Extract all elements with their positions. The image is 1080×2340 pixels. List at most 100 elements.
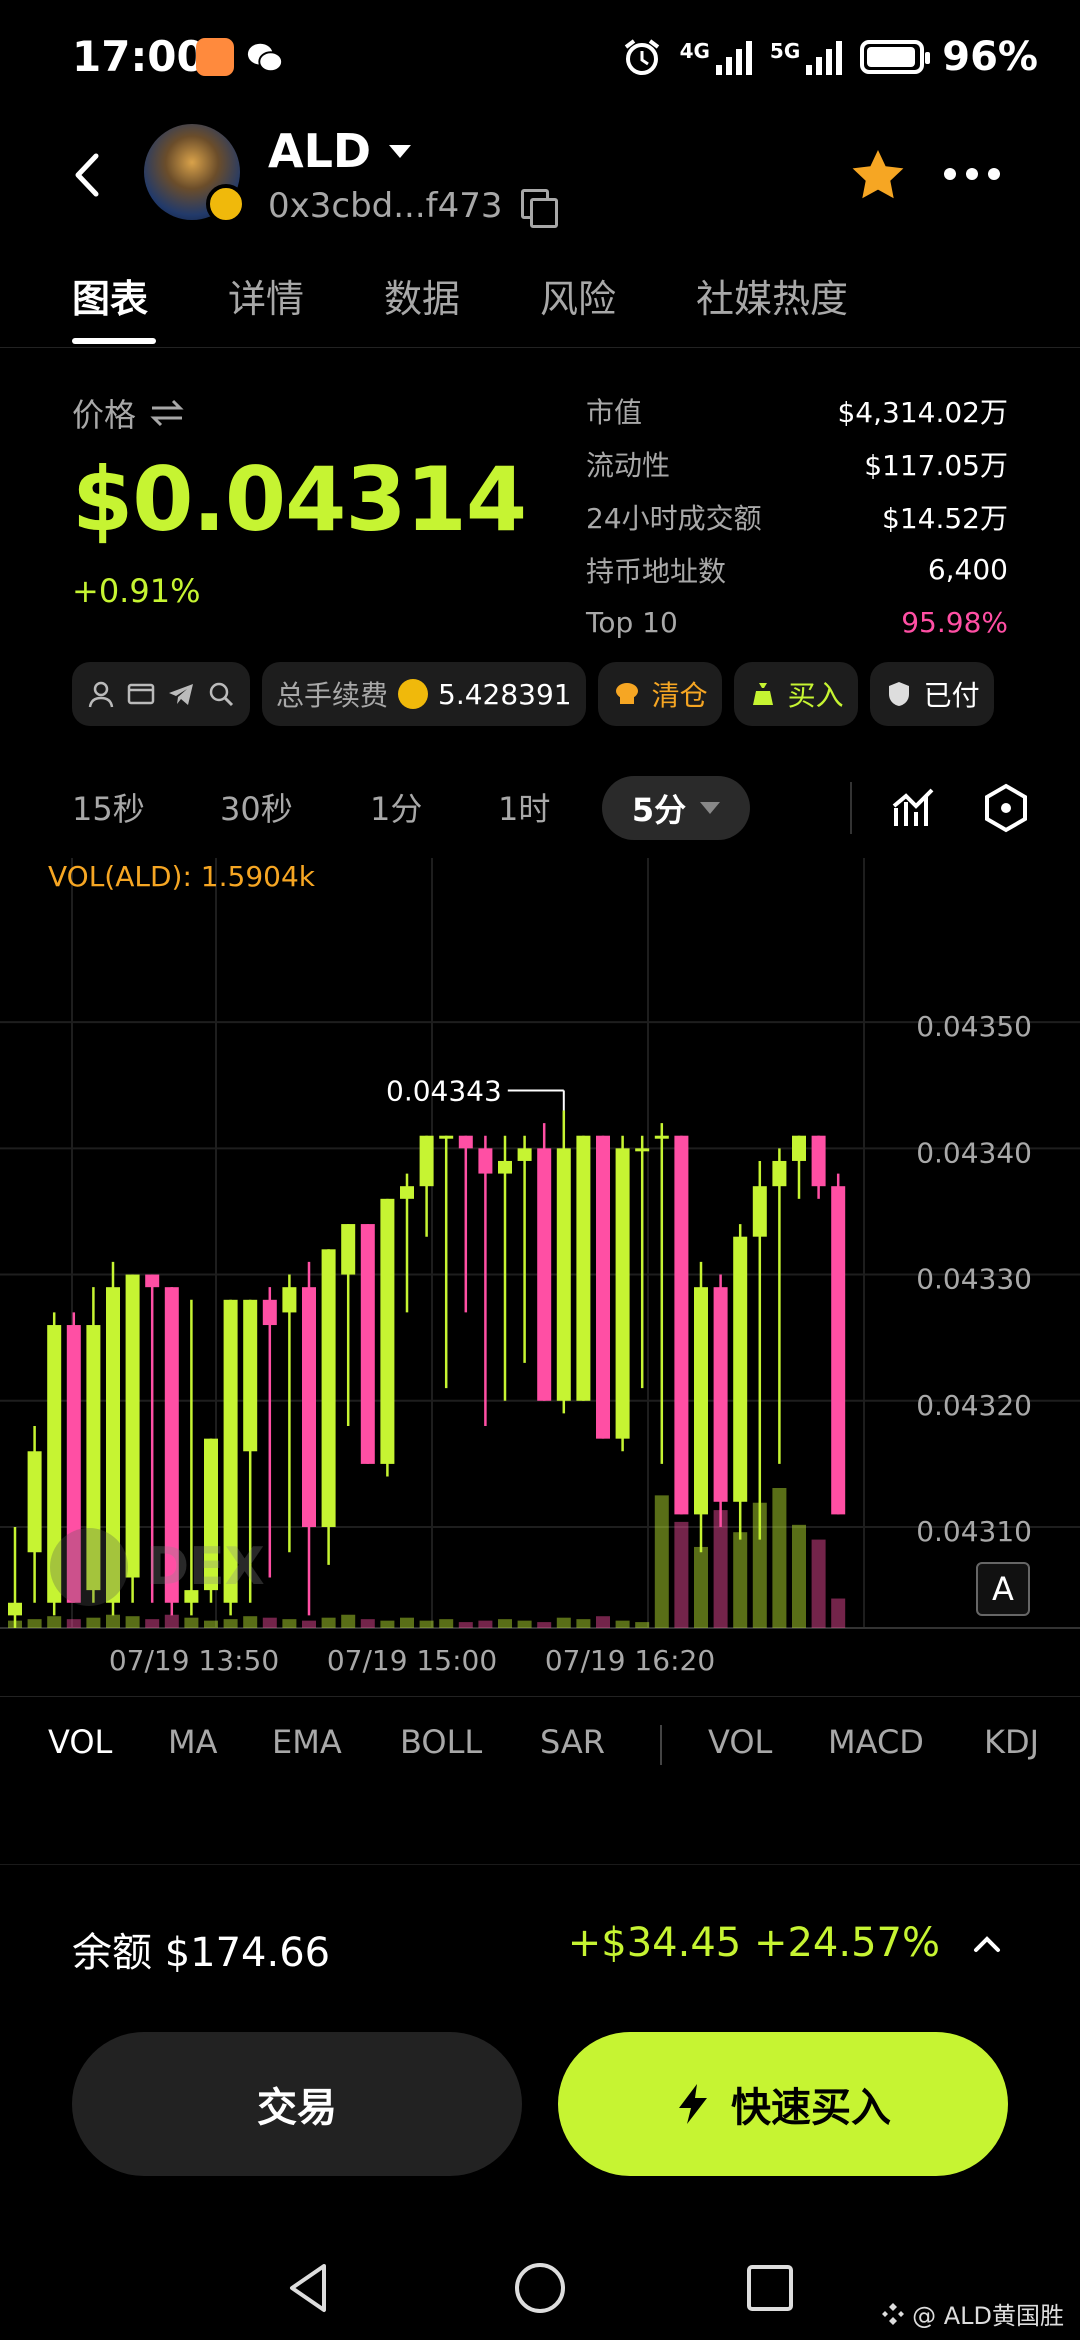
candle-body [419,1135,434,1187]
volume-bar [164,1614,179,1628]
candle-body [811,1135,826,1187]
volume-bar [419,1620,434,1628]
search-icon [209,682,234,707]
tab-chart[interactable]: 图表 [72,268,148,323]
candle-body [243,1299,258,1452]
clear-position-chip[interactable]: 清仓 [597,662,722,726]
stat-holders: 持币地址数 6,400 [586,553,1008,588]
total-fee-chip[interactable]: 总手续费 5.428391 [262,662,586,726]
x-tick-label: 07/19 15:00 [327,1644,497,1677]
status-time: 17:00 [72,32,206,81]
chevron-up-icon[interactable] [970,1928,1004,1962]
volume-bar [341,1614,356,1628]
volume-bar [47,1616,62,1628]
volume-bar [713,1510,728,1628]
chevron-down-icon [700,802,721,814]
favorite-star-icon[interactable] [848,146,908,206]
volume-bar [615,1620,630,1628]
paid-chip[interactable]: 已付 [869,662,994,726]
indicator-vol[interactable]: VOL [48,1723,112,1761]
indicator-kdj[interactable]: KDJ [984,1723,1039,1761]
interval-30s[interactable]: 30秒 [220,784,293,830]
candle-body [478,1148,493,1174]
tab-data[interactable]: 数据 [384,268,460,323]
candle-body [458,1135,473,1149]
buy-chip[interactable]: 买入 [733,662,858,726]
current-price: $0.04314 [72,448,527,551]
volume-bar [478,1620,493,1628]
trade-button[interactable]: 交易 [72,2032,522,2176]
indicator-ema[interactable]: EMA [272,1723,342,1761]
tab-social-heat[interactable]: 社媒热度 [696,268,848,323]
indicator-macd[interactable]: MACD [828,1723,924,1761]
volume-bar [517,1620,532,1628]
candle-body [439,1135,454,1139]
volume-bar [86,1617,101,1628]
candle-body [733,1236,748,1502]
volume-bar [125,1616,140,1628]
battery-icon [860,40,931,74]
volume-bar [380,1620,395,1628]
settings-hexagon-icon[interactable] [978,780,1034,836]
indicator-sub-vol[interactable]: VOL [708,1723,772,1761]
candle-body [713,1287,728,1502]
social-links-chip[interactable] [72,662,250,726]
candle-body [8,1602,22,1616]
nav-back-icon[interactable] [280,2258,340,2318]
candle-body [556,1148,571,1401]
quick-buy-button[interactable]: 快速买入 [558,2032,1008,2176]
interval-selector[interactable]: 5分 [602,776,750,840]
volume-bar [400,1617,414,1628]
indicator-boll[interactable]: BOLL [400,1723,482,1761]
candle-body [282,1287,297,1313]
x-tick-label: 07/19 16:20 [545,1644,715,1677]
volume-bar [27,1619,42,1628]
stat-liquidity: 流动性 $117.05万 [586,448,1008,482]
interval-15s[interactable]: 15秒 [72,784,145,830]
coin-icon [398,679,429,709]
volume-bar [772,1488,787,1628]
candle-body [772,1160,787,1187]
candle-body [27,1451,42,1553]
interval-1m[interactable]: 1分 [370,784,422,830]
volume-bar [635,1622,650,1628]
nav-recents-icon[interactable] [740,2258,800,2318]
volume-label: VOL(ALD): 1.5904k [48,860,315,893]
auto-scale-button[interactable]: A [976,1562,1030,1616]
x-tick-label: 07/19 13:50 [109,1644,279,1677]
stat-24h-volume: 24小时成交额 $14.52万 [586,501,1008,535]
indicator-ma[interactable]: MA [168,1723,218,1761]
price-change: +0.91% [72,572,201,610]
volume-bar [66,1619,81,1628]
token-selector[interactable]: ALD [268,124,412,178]
volume-bar [184,1617,199,1628]
candle-body [576,1135,591,1401]
y-tick-label: 0.04330 [916,1263,1032,1296]
price-label[interactable]: 价格 [72,390,184,436]
nav-home-icon[interactable] [510,2258,570,2318]
tab-details[interactable]: 详情 [228,268,304,323]
interval-bar: 15秒 30秒 1分 1时 5分 [0,770,1080,846]
stat-market-cap: 市值 $4,314.02万 [586,395,1008,429]
indicator-sar[interactable]: SAR [540,1723,605,1761]
more-options-icon[interactable] [938,158,1006,190]
volume-bar [576,1619,591,1628]
back-arrow-icon[interactable] [64,150,114,200]
candle-body [380,1198,395,1464]
indicator-chart-icon[interactable] [888,780,944,836]
divider [660,1725,662,1765]
candle-body [537,1148,552,1401]
alarm-icon [624,39,659,75]
volume-bar [694,1546,708,1628]
tab-risk[interactable]: 风险 [540,268,616,323]
copy-icon[interactable] [520,189,558,228]
y-tick-label: 0.04320 [916,1389,1032,1422]
credit-watermark: @ ALD黄国胜 [880,2296,1064,2331]
token-name: ALD [268,124,372,178]
candle-body [262,1299,277,1326]
volume-bar [537,1622,552,1628]
volume-bar [223,1619,238,1628]
indicator-row: VOL MA EMA BOLL SAR VOL MACD KDJ [0,1696,1080,1790]
volume-bar [498,1619,512,1628]
interval-1h[interactable]: 1时 [498,784,550,830]
